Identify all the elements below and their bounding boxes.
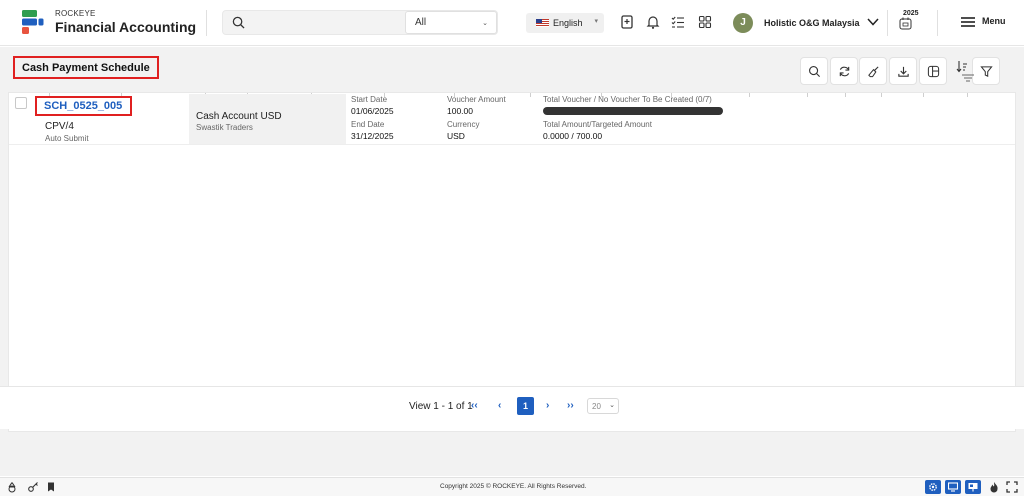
copyright-text: Copyright 2025 © ROCKEYE. All Rights Res…: [440, 483, 587, 490]
start-date-value: 01/06/2025: [351, 106, 394, 116]
divider: [845, 93, 846, 97]
search-icon: [809, 66, 821, 78]
divider: [807, 93, 808, 97]
search-scope-select[interactable]: All ⌄: [405, 11, 497, 34]
grid-icon[interactable]: [697, 14, 713, 30]
monitor-icon: [948, 482, 958, 492]
language-label: English: [553, 18, 583, 28]
page-size-value: 20: [592, 402, 601, 411]
prev-page-button[interactable]: ‹: [498, 400, 501, 411]
voucher-type: CPV/4: [45, 121, 74, 132]
chevron-down-icon[interactable]: [866, 16, 880, 28]
account-name: Cash Account USD: [196, 111, 282, 122]
fullscreen-icon[interactable]: [1006, 481, 1018, 493]
divider: [881, 93, 882, 97]
display-button[interactable]: [945, 480, 961, 494]
filter-lines-icon: [962, 74, 974, 82]
clear-button[interactable]: [859, 57, 887, 85]
voucher-amount-value: 100.00: [447, 106, 473, 116]
language-select[interactable]: English ▾: [526, 13, 604, 33]
chevron-down-icon: ⌄: [482, 20, 488, 27]
divider: [887, 10, 888, 36]
search-button[interactable]: [800, 57, 828, 85]
voucher-amount-label: Voucher Amount: [447, 95, 506, 104]
fire-icon[interactable]: [989, 481, 999, 493]
schedule-id-link[interactable]: SCH_0525_005: [35, 96, 133, 116]
amount-value: 0.0000 / 700.00: [543, 131, 603, 141]
caret-down-icon: ▾: [594, 18, 598, 25]
party-name: Swastik Traders: [196, 123, 253, 132]
filter-icon: [980, 66, 993, 77]
gear-icon: [929, 483, 937, 491]
hamburger-icon: [961, 17, 975, 27]
download-icon: [898, 66, 909, 77]
next-page-button[interactable]: ›: [546, 400, 549, 411]
divider: [937, 10, 938, 36]
app-logo: [22, 10, 44, 34]
download-button[interactable]: [889, 57, 917, 85]
page-title: Cash Payment Schedule: [13, 56, 159, 79]
menu-button[interactable]: Menu: [961, 16, 1006, 27]
page-size-select[interactable]: 20 ⌄: [587, 398, 619, 414]
end-date-value: 31/12/2025: [351, 131, 394, 141]
page-range-text: View 1 - 1 of 1: [409, 401, 473, 412]
currency-label: Currency: [447, 120, 480, 129]
current-page-button[interactable]: 1: [517, 397, 534, 415]
divider: [967, 93, 968, 97]
account-cell: Cash Account USD Swastik Traders: [189, 94, 346, 144]
submit-mode: Auto Submit: [45, 134, 89, 143]
footer: Copyright 2025 © ROCKEYE. All Rights Res…: [0, 477, 1024, 496]
pagination-bar: View 1 - 1 of 1 ‹‹ ‹ 1 › ›› 20 ⌄: [0, 386, 1024, 429]
us-flag-icon: [536, 19, 549, 27]
top-bar: ROCKEYE Financial Accounting All ⌄ Engli…: [0, 0, 1024, 46]
key-icon[interactable]: [27, 481, 39, 493]
columns-button[interactable]: [919, 57, 947, 85]
row-checkbox[interactable]: [15, 97, 27, 109]
brand-small-label: ROCKEYE: [55, 9, 96, 18]
app-title: Financial Accounting: [55, 19, 197, 35]
settings-button[interactable]: [925, 480, 941, 494]
recycle-icon[interactable]: [6, 481, 18, 493]
refresh-icon: [839, 66, 850, 77]
chevron-down-icon: ⌄: [609, 402, 615, 409]
search-icon: [232, 16, 245, 29]
sort-icon[interactable]: [956, 60, 968, 73]
currency-value: USD: [447, 131, 465, 141]
divider: [530, 93, 531, 97]
last-page-button[interactable]: ››: [567, 400, 574, 411]
list-item[interactable]: SCH_0525_005 CPV/4 Auto Submit Cash Acco…: [9, 93, 1015, 145]
divider: [206, 10, 207, 36]
schedule-list: SCH_0525_005 CPV/4 Auto Submit Cash Acco…: [8, 92, 1016, 432]
clear-icon: [868, 66, 879, 78]
fiscal-year-label: 2025: [903, 10, 919, 17]
first-page-button[interactable]: ‹‹: [471, 400, 478, 411]
voucher-count-label: Total Voucher / No Voucher To Be Created…: [543, 95, 712, 104]
end-date-label: End Date: [351, 120, 385, 129]
calendar-icon[interactable]: [899, 17, 912, 30]
screen-share-button[interactable]: [965, 480, 981, 494]
refresh-button[interactable]: [830, 57, 858, 85]
search-scope-value: All: [415, 17, 427, 28]
checklist-icon[interactable]: [670, 14, 686, 30]
company-name[interactable]: Holistic O&G Malaysia: [764, 18, 860, 28]
filter-button[interactable]: [972, 57, 1000, 85]
bookmark-icon[interactable]: [46, 481, 56, 493]
columns-icon: [927, 65, 940, 78]
start-date-label: Start Date: [351, 95, 388, 104]
menu-label: Menu: [982, 16, 1006, 26]
amount-label: Total Amount/Targeted Amount: [543, 120, 652, 129]
divider: [923, 93, 924, 97]
user-avatar[interactable]: J: [733, 13, 753, 33]
voucher-progress-bar: [543, 107, 723, 115]
presentation-icon: [968, 483, 978, 492]
bookmark-icon[interactable]: [619, 14, 635, 30]
divider: [749, 93, 750, 97]
bell-icon[interactable]: [645, 14, 661, 30]
